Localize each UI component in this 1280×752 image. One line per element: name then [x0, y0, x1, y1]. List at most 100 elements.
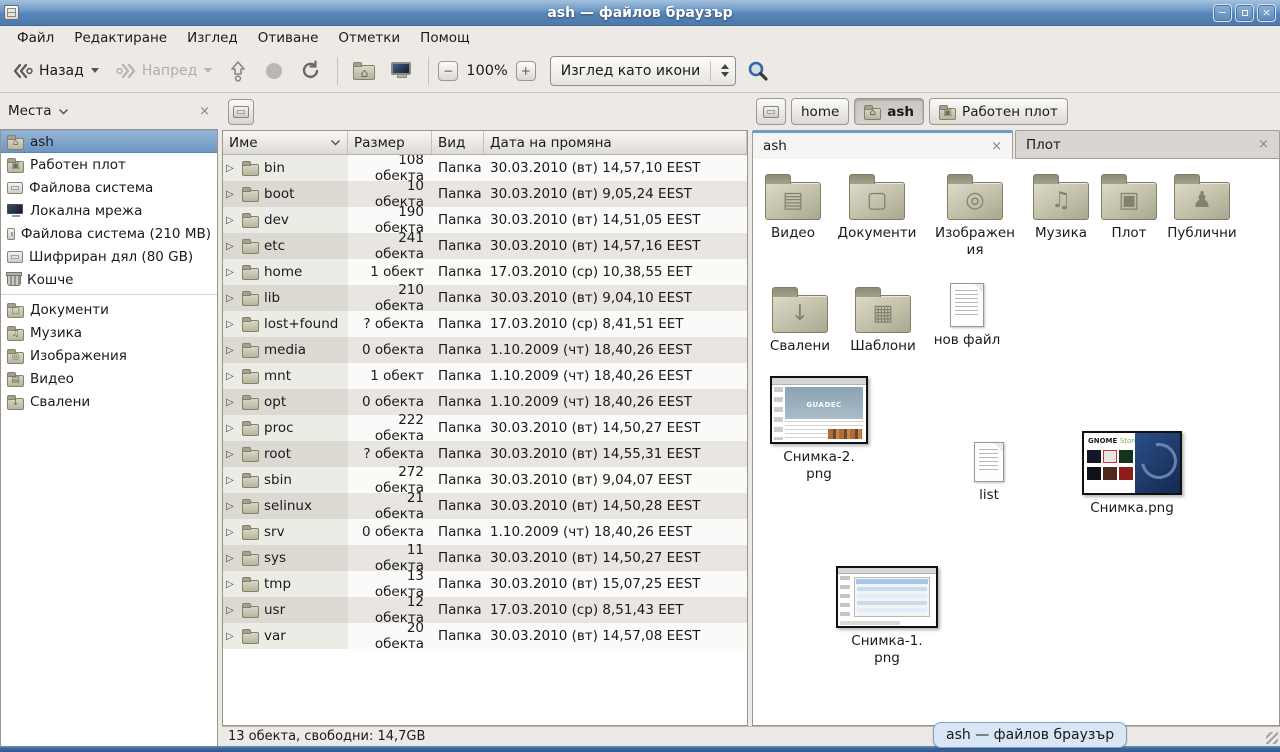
- column-header-name[interactable]: Име: [223, 131, 348, 154]
- sidebar-item-trash[interactable]: Кошче: [1, 268, 217, 291]
- expander-icon[interactable]: ▷: [226, 371, 237, 382]
- file-row[interactable]: ▷ usr 12 обекта Папка 17.03.2010 (ср) 8,…: [223, 597, 747, 623]
- expander-icon[interactable]: ▷: [226, 423, 237, 434]
- maximize-button[interactable]: [1235, 4, 1254, 22]
- forward-button[interactable]: Напред: [109, 58, 218, 84]
- file-row[interactable]: ▷ proc 222 обекта Папка 30.03.2010 (вт) …: [223, 415, 747, 441]
- expander-icon[interactable]: ▷: [226, 163, 237, 174]
- menu-edit[interactable]: Редактиране: [65, 28, 176, 48]
- file-row[interactable]: ▷ var 20 обекта Папка 30.03.2010 (вт) 14…: [223, 623, 747, 649]
- expander-icon[interactable]: ▷: [226, 215, 237, 226]
- iconview-item-downloads[interactable]: Свалени: [760, 286, 840, 355]
- breadcrumb-desktop-button[interactable]: Работен плот: [929, 98, 1068, 125]
- expander-icon[interactable]: ▷: [226, 553, 237, 564]
- close-button[interactable]: ×: [1257, 4, 1276, 22]
- sidebar-item-pictures[interactable]: Изображения: [1, 344, 217, 367]
- iconview-item-snimka-1-png[interactable]: Снимка-1.png: [835, 566, 939, 667]
- root-location-button[interactable]: [228, 99, 254, 125]
- menu-help[interactable]: Помощ: [411, 28, 479, 48]
- iconview-item-list[interactable]: list: [959, 442, 1019, 504]
- menu-bookmarks[interactable]: Отметки: [329, 28, 409, 48]
- back-history-chevron-icon[interactable]: [91, 68, 99, 73]
- expander-icon[interactable]: ▷: [226, 189, 237, 200]
- sidebar-close-icon[interactable]: ×: [199, 105, 210, 118]
- expander-icon[interactable]: ▷: [226, 579, 237, 590]
- column-header-size[interactable]: Размер: [348, 131, 432, 154]
- tab-plot[interactable]: Плот ×: [1015, 130, 1280, 159]
- breadcrumb-ash-button[interactable]: ash: [854, 98, 924, 125]
- file-row[interactable]: ▷ mnt 1 обект Папка 1.10.2009 (чт) 18,40…: [223, 363, 747, 389]
- file-row[interactable]: ▷ srv 0 обекта Папка 1.10.2009 (чт) 18,4…: [223, 519, 747, 545]
- iconview-item-documents[interactable]: Документи: [837, 173, 917, 242]
- reload-button[interactable]: [294, 56, 328, 86]
- sidebar-item-encrypted-80gb[interactable]: Шифриран дял (80 GB): [1, 245, 217, 268]
- expander-icon[interactable]: ▷: [226, 267, 237, 278]
- zoom-in-button[interactable]: +: [516, 61, 536, 81]
- iconview-item-pictures[interactable]: Изображения: [933, 173, 1017, 259]
- file-row[interactable]: ▷ home 1 обект Папка 17.03.2010 (ср) 10,…: [223, 259, 747, 285]
- column-header-type[interactable]: Вид: [432, 131, 484, 154]
- up-button[interactable]: [222, 56, 254, 86]
- tab-close-icon[interactable]: ×: [991, 140, 1002, 153]
- iconview-item-snimka-2-png[interactable]: GUADEC Снимка-2.png: [769, 376, 869, 483]
- breadcrumb-home-button[interactable]: home: [791, 98, 849, 125]
- zoom-out-button[interactable]: −: [438, 61, 458, 81]
- file-row[interactable]: ▷ dev 190 обекта Папка 30.03.2010 (вт) 1…: [223, 207, 747, 233]
- iconview-item-new-file[interactable]: нов файл: [927, 283, 1007, 349]
- iconview-item-desktop[interactable]: Плот: [1089, 173, 1169, 242]
- column-header-date[interactable]: Дата на промяна: [484, 131, 747, 154]
- minimize-button[interactable]: −: [1213, 4, 1232, 22]
- file-row[interactable]: ▷ selinux 21 обекта Папка 30.03.2010 (вт…: [223, 493, 747, 519]
- tab-close-icon[interactable]: ×: [1258, 138, 1269, 151]
- file-row[interactable]: ▷ media 0 обекта Папка 1.10.2009 (чт) 18…: [223, 337, 747, 363]
- sidebar-item-downloads[interactable]: Свалени: [1, 390, 217, 413]
- iconview-item-public[interactable]: Публични: [1162, 173, 1242, 242]
- expander-icon[interactable]: ▷: [226, 449, 237, 460]
- iconview-item-videos[interactable]: Видео: [753, 173, 833, 242]
- expander-icon[interactable]: ▷: [226, 293, 237, 304]
- expander-icon[interactable]: ▷: [226, 241, 237, 252]
- file-row[interactable]: ▷ sys 11 обекта Папка 30.03.2010 (вт) 14…: [223, 545, 747, 571]
- file-row[interactable]: ▷ sbin 272 обекта Папка 30.03.2010 (вт) …: [223, 467, 747, 493]
- sidebar-item-desktop[interactable]: Работен плот: [1, 153, 217, 176]
- search-button[interactable]: [740, 55, 776, 87]
- view-mode-combobox[interactable]: Изглед като икони: [550, 56, 737, 86]
- sidebar-item-documents[interactable]: Документи: [1, 298, 217, 321]
- file-row[interactable]: ▷ etc 241 обекта Папка 30.03.2010 (вт) 1…: [223, 233, 747, 259]
- tab-ash[interactable]: ash ×: [752, 130, 1013, 159]
- menu-file[interactable]: Файл: [8, 28, 63, 48]
- expander-icon[interactable]: ▷: [226, 345, 237, 356]
- computer-button[interactable]: [385, 58, 419, 84]
- expander-icon[interactable]: ▷: [226, 475, 237, 486]
- chevron-down-icon[interactable]: [58, 108, 69, 115]
- file-row[interactable]: ▷ root ? обекта Папка 30.03.2010 (вт) 14…: [223, 441, 747, 467]
- back-button[interactable]: Назад: [6, 58, 105, 84]
- expander-icon[interactable]: ▷: [226, 605, 237, 616]
- expander-icon[interactable]: ▷: [226, 397, 237, 408]
- file-row[interactable]: ▷ lost+found ? обекта Папка 17.03.2010 (…: [223, 311, 747, 337]
- file-row[interactable]: ▷ boot 10 обекта Папка 30.03.2010 (вт) 9…: [223, 181, 747, 207]
- sidebar-item-videos[interactable]: Видео: [1, 367, 217, 390]
- home-button[interactable]: [347, 57, 381, 84]
- menu-view[interactable]: Изглед: [178, 28, 247, 48]
- sidebar-item-filesystem-210mb[interactable]: Файлова система (210 MB): [1, 222, 217, 245]
- sidebar-item-filesystem[interactable]: Файлова система: [1, 176, 217, 199]
- resize-grip-icon[interactable]: [1266, 732, 1278, 744]
- expander-icon[interactable]: ▷: [226, 501, 237, 512]
- expander-icon[interactable]: ▷: [226, 527, 237, 538]
- sidebar-title[interactable]: Места: [8, 103, 52, 119]
- iconview-item-templates[interactable]: Шаблони: [843, 286, 923, 355]
- file-row[interactable]: ▷ tmp 13 обекта Папка 30.03.2010 (вт) 15…: [223, 571, 747, 597]
- icon-view[interactable]: Видео Документи Изображения Музика: [752, 159, 1280, 726]
- expander-icon[interactable]: ▷: [226, 319, 237, 330]
- iconview-item-snimka-png[interactable]: GNOME Store Снимка.png: [1080, 431, 1184, 517]
- file-row[interactable]: ▷ opt 0 обекта Папка 1.10.2009 (чт) 18,4…: [223, 389, 747, 415]
- breadcrumb-root-button[interactable]: [756, 98, 786, 125]
- file-row[interactable]: ▷ bin 108 обекта Папка 30.03.2010 (вт) 1…: [223, 155, 747, 181]
- menu-go[interactable]: Отиване: [249, 28, 328, 48]
- file-row[interactable]: ▷ lib 210 обекта Папка 30.03.2010 (вт) 9…: [223, 285, 747, 311]
- sidebar-item-music[interactable]: Музика: [1, 321, 217, 344]
- sidebar-item-home-ash[interactable]: ash: [1, 130, 217, 153]
- sidebar-item-local-network[interactable]: Локална мрежа: [1, 199, 217, 222]
- expander-icon[interactable]: ▷: [226, 631, 237, 642]
